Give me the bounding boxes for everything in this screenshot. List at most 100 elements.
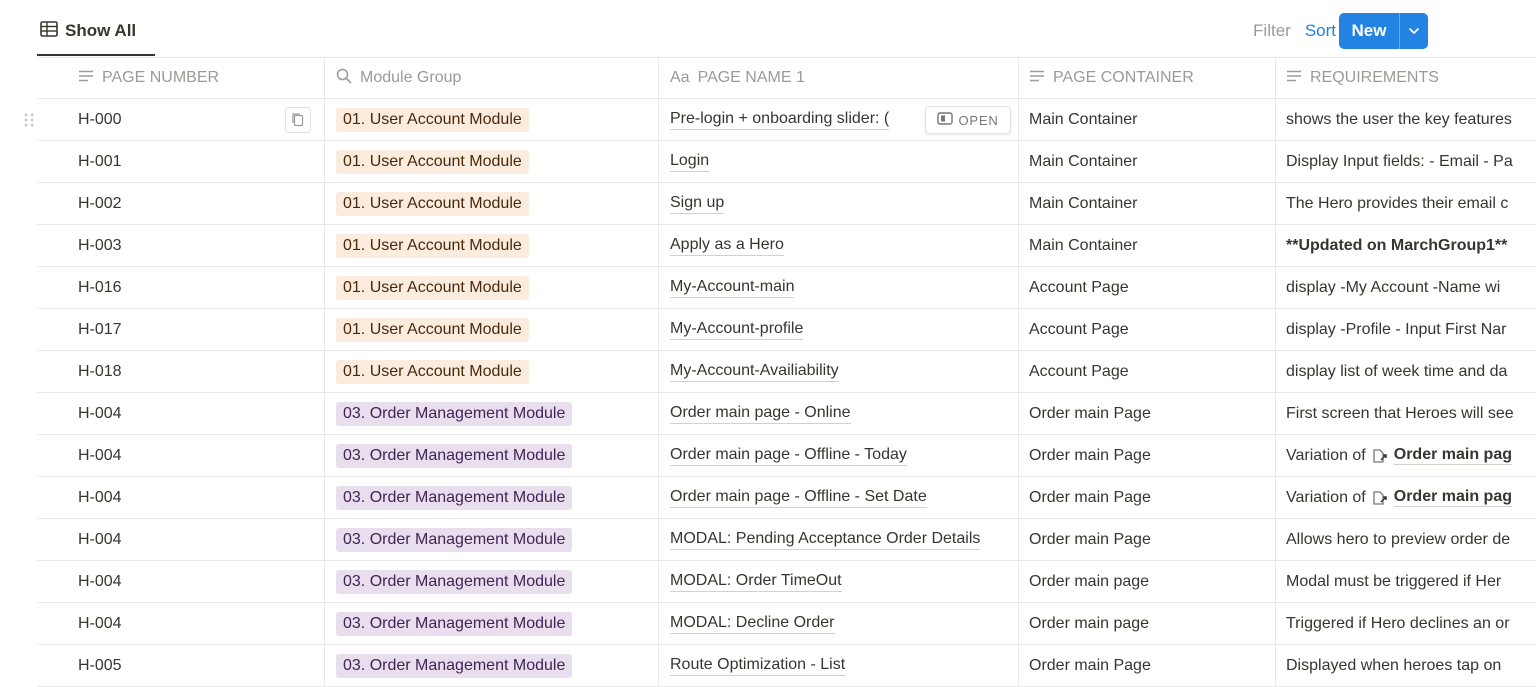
page-name-link[interactable]: Order main page - Offline - Set Date <box>670 487 927 508</box>
table-row[interactable]: H-004 03. Order Management Module Order ma… <box>37 393 1536 435</box>
module-group-cell[interactable]: 01. User Account Module <box>324 267 658 308</box>
page-number-cell[interactable]: H-003 <box>37 225 324 266</box>
module-group-cell[interactable]: 03. Order Management Module <box>324 477 658 518</box>
column-header-page-number[interactable]: PAGE NUMBER <box>37 58 324 98</box>
open-page-button[interactable]: OPEN <box>925 106 1011 134</box>
requirements-cell[interactable]: display -Profile - Input First Nar <box>1275 309 1536 350</box>
module-group-cell[interactable]: 03. Order Management Module <box>324 645 658 686</box>
page-container-cell[interactable]: Order main Page <box>1018 645 1275 686</box>
page-number-cell[interactable]: H-005 <box>37 645 324 686</box>
page-container-cell[interactable]: Main Container <box>1018 99 1275 140</box>
column-header-requirements[interactable]: REQUIREMENTS <box>1275 58 1536 98</box>
page-number-cell[interactable]: H-004 <box>37 603 324 644</box>
requirements-cell[interactable]: Triggered if Hero declines an or <box>1275 603 1536 644</box>
copy-icon[interactable] <box>285 107 311 133</box>
requirements-cell[interactable]: **Updated on MarchGroup1** <box>1275 225 1536 266</box>
page-name-link[interactable]: My-Account-profile <box>670 319 804 340</box>
module-group-cell[interactable]: 01. User Account Module <box>324 225 658 266</box>
requirements-page-link[interactable]: Order main pag <box>1393 488 1512 507</box>
page-number-cell[interactable]: H-001 <box>37 141 324 182</box>
requirements-cell[interactable]: display -My Account -Name wi <box>1275 267 1536 308</box>
module-group-cell[interactable]: 01. User Account Module <box>324 141 658 182</box>
module-group-cell[interactable]: 03. Order Management Module <box>324 603 658 644</box>
page-number-cell[interactable]: H-002 <box>37 183 324 224</box>
page-name-cell[interactable]: MODAL: Pending Acceptance Order Details <box>658 519 1018 560</box>
page-name-cell[interactable]: Order main page - Offline - Today <box>658 435 1018 476</box>
requirements-cell[interactable]: Variation of Order main pag <box>1275 477 1536 518</box>
requirements-cell[interactable]: The Hero provides their email c <box>1275 183 1536 224</box>
table-row[interactable]: H-018 01. User Account Module My-Account-A… <box>37 351 1536 393</box>
page-name-cell[interactable]: MODAL: Decline Order <box>658 603 1018 644</box>
page-container-cell[interactable]: Account Page <box>1018 267 1275 308</box>
page-name-cell[interactable]: Apply as a Hero <box>658 225 1018 266</box>
module-group-cell[interactable]: 03. Order Management Module <box>324 561 658 602</box>
requirements-cell[interactable]: First screen that Heroes will see <box>1275 393 1536 434</box>
table-row[interactable]: H-017 01. User Account Module My-Account-p… <box>37 309 1536 351</box>
page-name-cell[interactable]: My-Account-main <box>658 267 1018 308</box>
requirements-cell[interactable]: Allows hero to preview order de <box>1275 519 1536 560</box>
page-number-cell[interactable]: H-004 <box>37 561 324 602</box>
table-row[interactable]: H-004 03. Order Management Module Order ma… <box>37 435 1536 477</box>
page-container-cell[interactable]: Order main page <box>1018 603 1275 644</box>
sort-button[interactable]: Sort <box>1305 21 1336 41</box>
page-container-cell[interactable]: Order main page <box>1018 561 1275 602</box>
requirements-cell[interactable]: Modal must be triggered if Her <box>1275 561 1536 602</box>
column-header-page-name[interactable]: Aa PAGE NAME 1 <box>658 58 1018 98</box>
drag-handle-icon[interactable] <box>0 99 36 141</box>
requirements-cell[interactable]: Displayed when heroes tap on <box>1275 645 1536 686</box>
page-container-cell[interactable]: Account Page <box>1018 309 1275 350</box>
page-name-link[interactable]: Pre-login + onboarding slider: ( <box>670 109 890 130</box>
table-row[interactable]: H-004 03. Order Management Module Order ma… <box>37 477 1536 519</box>
page-container-cell[interactable]: Main Container <box>1018 183 1275 224</box>
table-row[interactable]: H-003 01. User Account Module Apply as a H… <box>37 225 1536 267</box>
page-number-cell[interactable]: H-004 <box>37 435 324 476</box>
page-container-cell[interactable]: Order main Page <box>1018 435 1275 476</box>
table-row[interactable]: H-000 01. User Account Module Pre-login + … <box>24 99 1536 141</box>
page-number-cell[interactable]: H-004 <box>37 477 324 518</box>
page-name-cell[interactable]: Order main page - Online <box>658 393 1018 434</box>
new-button[interactable]: New <box>1339 13 1428 49</box>
filter-button[interactable]: Filter <box>1253 21 1291 41</box>
column-header-module-group[interactable]: Module Group <box>324 58 658 98</box>
page-name-link[interactable]: Sign up <box>670 193 725 214</box>
requirements-cell[interactable]: display list of week time and da <box>1275 351 1536 392</box>
table-row[interactable]: H-005 03. Order Management Module Route Op… <box>37 645 1536 687</box>
page-number-cell[interactable]: H-018 <box>37 351 324 392</box>
table-row[interactable]: H-001 01. User Account Module Login Main Co… <box>37 141 1536 183</box>
page-name-link[interactable]: Login <box>670 151 710 172</box>
module-group-cell[interactable]: 03. Order Management Module <box>324 393 658 434</box>
page-number-cell[interactable]: H-017 <box>37 309 324 350</box>
page-name-cell[interactable]: Login <box>658 141 1018 182</box>
module-group-cell[interactable]: 01. User Account Module <box>324 309 658 350</box>
page-number-cell[interactable]: H-000 <box>37 99 324 140</box>
page-name-cell[interactable]: Sign up <box>658 183 1018 224</box>
page-name-link[interactable]: My-Account-Availiability <box>670 361 839 382</box>
page-number-cell[interactable]: H-004 <box>37 393 324 434</box>
page-number-cell[interactable]: H-004 <box>37 519 324 560</box>
page-name-cell[interactable]: My-Account-profile <box>658 309 1018 350</box>
chevron-down-icon[interactable] <box>1400 27 1428 35</box>
page-container-cell[interactable]: Order main Page <box>1018 519 1275 560</box>
table-row[interactable]: H-016 01. User Account Module My-Account-m… <box>37 267 1536 309</box>
page-container-cell[interactable]: Order main Page <box>1018 477 1275 518</box>
table-row[interactable]: H-002 01. User Account Module Sign up Main … <box>37 183 1536 225</box>
table-row[interactable]: H-004 03. Order Management Module MODAL: P… <box>37 519 1536 561</box>
page-name-link[interactable]: Order main page - Online <box>670 403 851 424</box>
table-row[interactable]: H-004 03. Order Management Module MODAL: O… <box>37 561 1536 603</box>
page-name-cell[interactable]: Route Optimization - List <box>658 645 1018 686</box>
page-container-cell[interactable]: Main Container <box>1018 225 1275 266</box>
page-name-link[interactable]: Route Optimization - List <box>670 655 846 676</box>
page-container-cell[interactable]: Account Page <box>1018 351 1275 392</box>
module-group-cell[interactable]: 01. User Account Module <box>324 183 658 224</box>
requirements-cell[interactable]: Variation of Order main pag <box>1275 435 1536 476</box>
table-row[interactable]: H-004 03. Order Management Module MODAL: D… <box>37 603 1536 645</box>
page-name-link[interactable]: MODAL: Order TimeOut <box>670 571 842 592</box>
view-tab-show-all[interactable]: Show All <box>40 14 136 48</box>
page-name-link[interactable]: MODAL: Pending Acceptance Order Details <box>670 529 981 550</box>
page-number-cell[interactable]: H-016 <box>37 267 324 308</box>
requirements-cell[interactable]: Display Input fields: - Email - Pa <box>1275 141 1536 182</box>
requirements-page-link[interactable]: Order main pag <box>1393 446 1512 465</box>
column-header-page-container[interactable]: PAGE CONTAINER <box>1018 58 1275 98</box>
page-name-link[interactable]: Order main page - Offline - Today <box>670 445 907 466</box>
module-group-cell[interactable]: 03. Order Management Module <box>324 519 658 560</box>
